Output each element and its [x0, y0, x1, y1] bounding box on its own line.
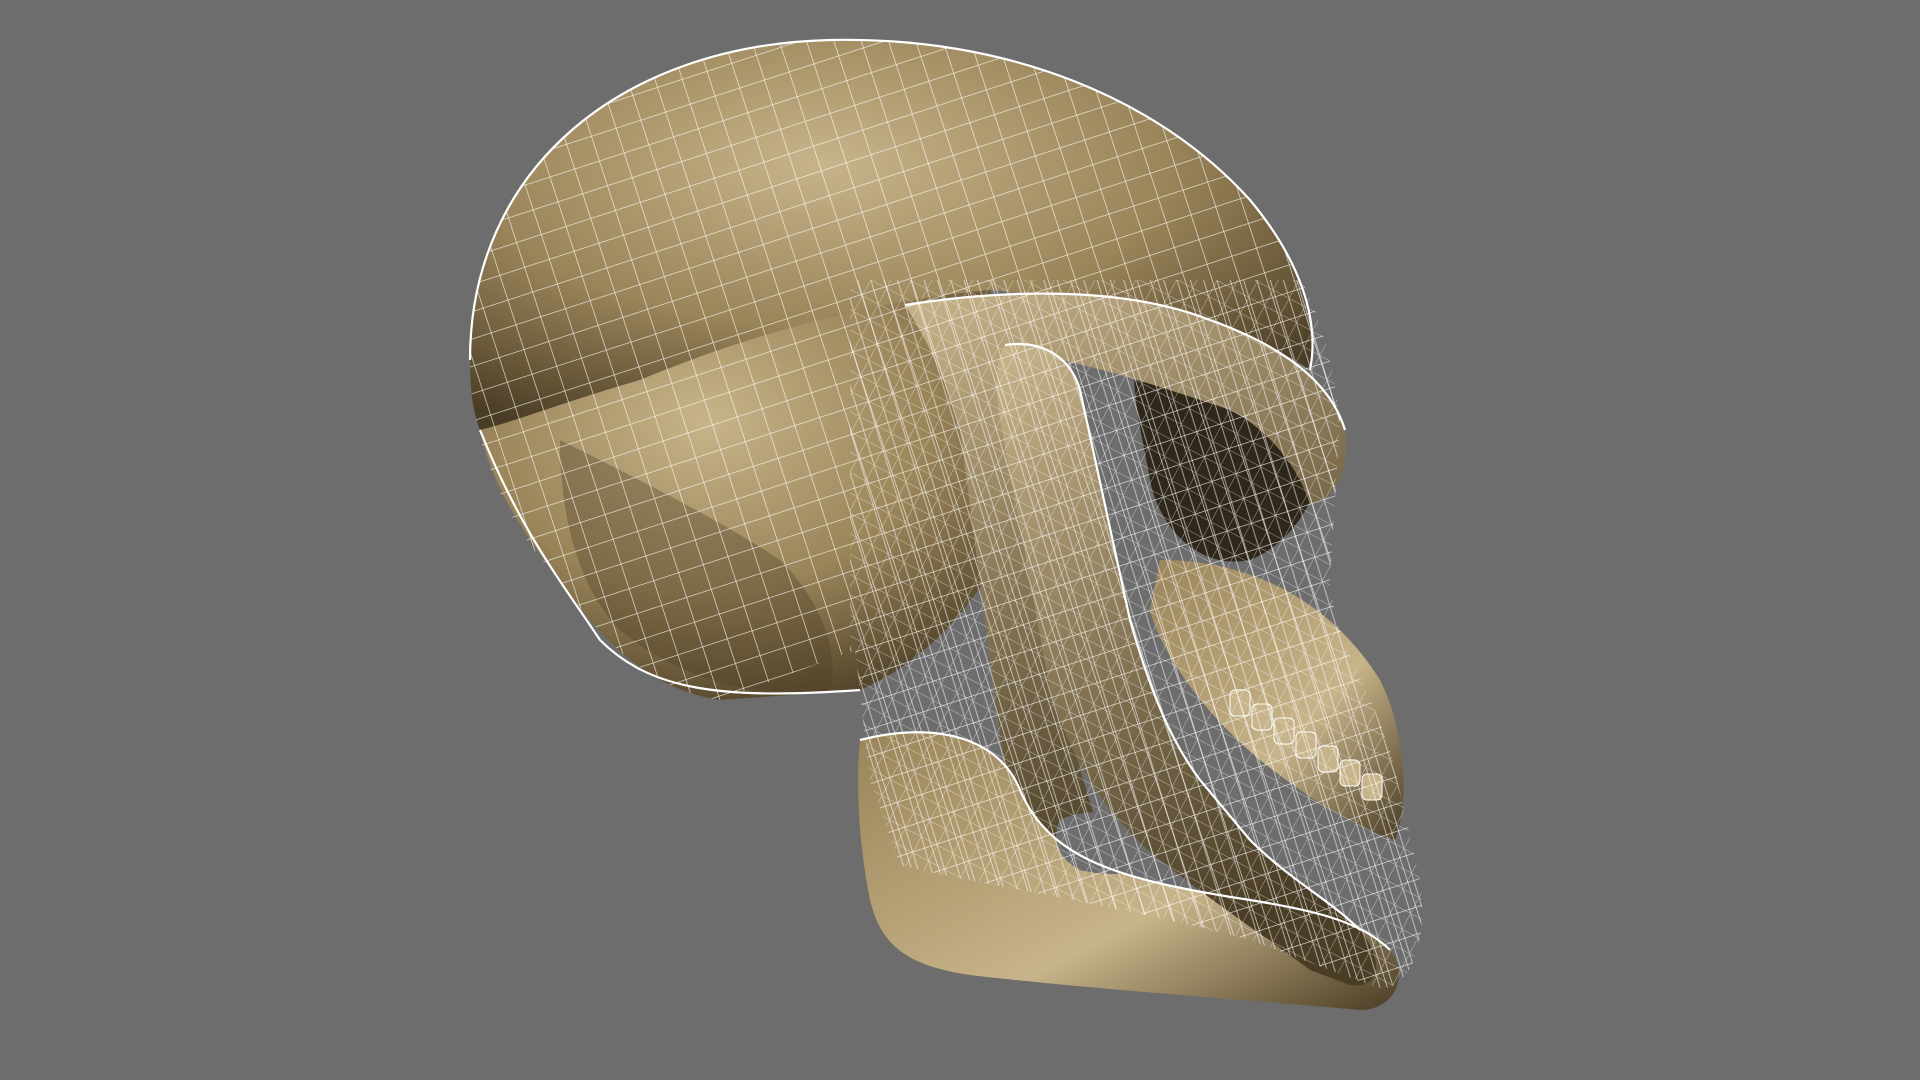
3d-viewport[interactable] [0, 0, 1920, 1080]
skull-render [468, 38, 1422, 1010]
